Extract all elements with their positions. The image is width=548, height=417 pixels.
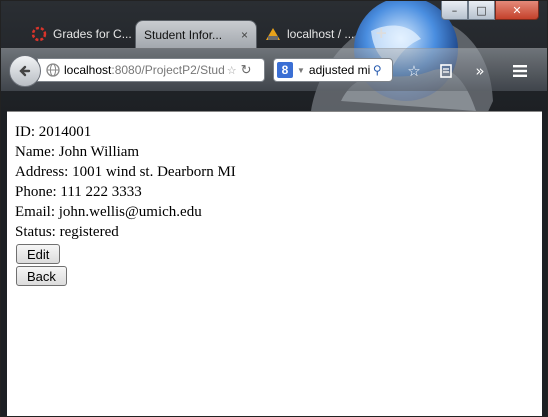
tab-label: Student Infor... xyxy=(144,27,223,42)
status-value: registered xyxy=(59,224,119,240)
browser-window: – □ ✕ Grades for C... Student Infor... ×… xyxy=(0,0,548,417)
minimize-button[interactable]: – xyxy=(441,1,468,20)
close-window-button[interactable]: ✕ xyxy=(495,1,539,20)
new-tab-button[interactable]: + xyxy=(375,24,388,42)
google-search-engine-icon[interactable]: 8 xyxy=(277,62,293,78)
tab-label: localhost / ... xyxy=(287,27,355,41)
globe-icon xyxy=(46,63,60,77)
tab-student-info[interactable]: Student Infor... × xyxy=(135,20,257,48)
phone-label: Phone: xyxy=(15,184,57,200)
student-email-line: Email: john.wellis@umich.edu xyxy=(15,202,542,222)
tab-strip: Grades for C... Student Infor... × local… xyxy=(17,18,417,48)
engine-dropdown-icon[interactable]: ▼ xyxy=(297,66,305,75)
close-tab-icon[interactable]: × xyxy=(237,28,248,42)
phpmyadmin-favicon-icon xyxy=(266,28,280,40)
reload-icon[interactable]: ↻ xyxy=(241,62,252,78)
bookmark-star-toolbar-icon[interactable]: ☆ xyxy=(405,62,423,80)
name-value: John William xyxy=(58,144,140,160)
phone-value: 111 222 3333 xyxy=(60,184,142,200)
bookmark-star-icon[interactable]: ☆ xyxy=(227,64,237,77)
student-id-line: ID: 2014001 xyxy=(15,122,542,142)
back-page-button[interactable]: Back xyxy=(16,266,67,286)
edit-button[interactable]: Edit xyxy=(16,244,61,264)
name-label: Name: xyxy=(15,144,55,160)
url-path: :8080/ProjectP2/Stud xyxy=(111,63,225,77)
search-input[interactable]: adjusted mi xyxy=(309,63,371,77)
id-label: ID: xyxy=(15,124,35,140)
maximize-button[interactable]: □ xyxy=(468,1,495,20)
search-magnifier-icon[interactable]: ⚲ xyxy=(373,63,382,77)
address-label: Address: xyxy=(15,164,69,180)
overflow-chevron-icon[interactable]: » xyxy=(471,62,489,80)
url-host: localhost xyxy=(64,63,112,77)
url-bar[interactable]: localhost :8080/ProjectP2/Stud ☆ ↻ xyxy=(37,58,265,82)
status-label: Status: xyxy=(15,224,56,240)
bookmarks-menu-icon[interactable] xyxy=(437,62,455,80)
tab-label: Grades for C... xyxy=(53,27,132,41)
navigation-bar: localhost :8080/ProjectP2/Stud ☆ ↻ 8 ▼ a… xyxy=(1,48,547,91)
window-controls: – □ ✕ xyxy=(441,1,539,21)
menu-hamburger-icon[interactable] xyxy=(511,62,529,80)
email-label: Email: xyxy=(15,204,55,220)
back-button[interactable] xyxy=(9,55,41,87)
student-address-line: Address: 1001 wind st. Dearborn MI xyxy=(15,162,542,182)
tab-localhost[interactable]: localhost / ... xyxy=(257,20,369,48)
student-phone-line: Phone: 111 222 3333 xyxy=(15,182,542,202)
grades-favicon-icon xyxy=(31,26,47,42)
student-name-line: Name: John William xyxy=(15,142,542,162)
email-value: john.wellis@umich.edu xyxy=(58,204,202,220)
search-bar[interactable]: 8 ▼ adjusted mi ⚲ xyxy=(273,58,393,82)
id-value: 2014001 xyxy=(38,124,92,140)
address-value: 1001 wind st. Dearborn MI xyxy=(72,164,236,180)
page-content: ID: 2014001 Name: John William Address: … xyxy=(7,111,542,416)
tab-grades[interactable]: Grades for C... xyxy=(23,20,135,48)
student-status-line: Status: registered xyxy=(15,222,542,242)
back-arrow-icon xyxy=(19,65,31,77)
